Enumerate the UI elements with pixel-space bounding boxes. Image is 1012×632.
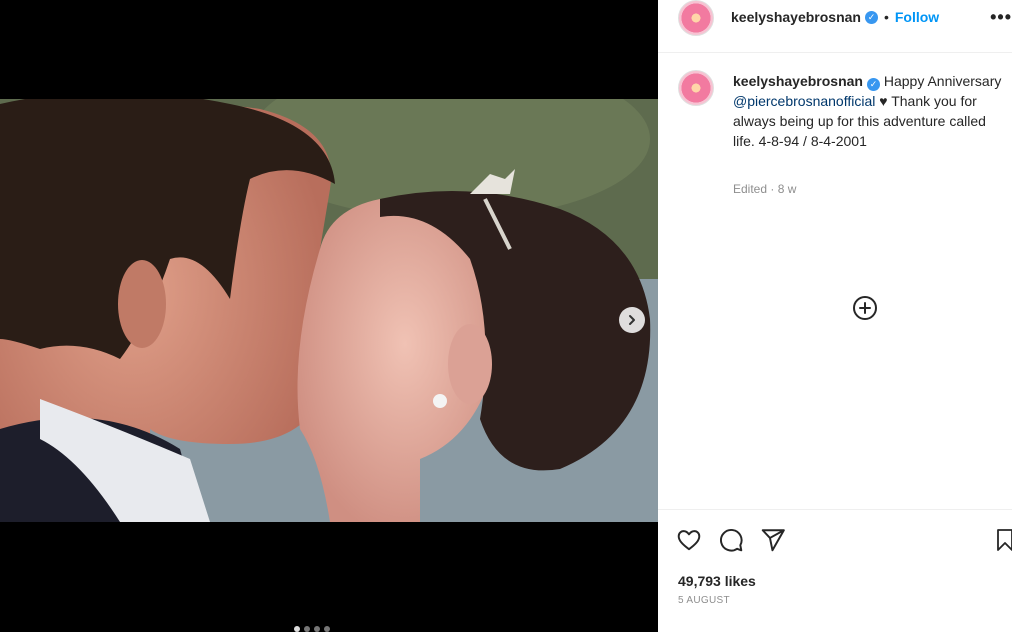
like-button[interactable] <box>676 527 702 553</box>
caption-username-link[interactable]: keelyshayebrosnan <box>733 73 863 89</box>
load-more-comments-button[interactable] <box>852 295 878 321</box>
likes-count[interactable]: 49,793 likes <box>678 573 756 589</box>
edited-label: Edited <box>733 182 768 196</box>
caption-prefix: Happy Anniversary <box>883 73 1002 89</box>
post-photo[interactable] <box>0 99 658 522</box>
caption-meta: Edited · 8 w <box>733 182 797 196</box>
username-link[interactable]: keelyshayebrosnan <box>731 9 861 25</box>
bookmark-icon <box>997 529 1012 551</box>
post-age[interactable]: 8 w <box>778 182 797 196</box>
post-sidebar: keelyshayebrosnan ✓ • Follow ••• keelysh… <box>658 0 1012 632</box>
carousel-dot <box>294 626 300 632</box>
caption-text: keelyshayebrosnan ✓ Happy Anniversary @pi… <box>733 71 1005 151</box>
verified-badge-icon: ✓ <box>866 77 880 91</box>
post-date[interactable]: 5 AUGUST <box>678 595 730 606</box>
wedding-kiss-illustration <box>0 99 658 522</box>
comment-icon <box>720 529 743 552</box>
more-options-button[interactable]: ••• <box>990 7 1012 28</box>
carousel-dot <box>314 626 320 632</box>
carousel-dot <box>324 626 330 632</box>
next-image-button[interactable] <box>619 307 645 333</box>
comment-button[interactable] <box>718 527 744 553</box>
mention-link[interactable]: @piercebrosnanofficial <box>733 93 875 109</box>
plus-circle-icon <box>853 296 877 320</box>
header-user-row: keelyshayebrosnan ✓ • Follow <box>731 9 939 25</box>
verified-badge-icon: ✓ <box>864 10 878 24</box>
share-button[interactable] <box>760 527 786 553</box>
post-header: keelyshayebrosnan ✓ • Follow ••• <box>658 0 1012 53</box>
heart-icon <box>677 530 701 551</box>
share-icon <box>761 529 785 552</box>
action-bar <box>676 527 786 553</box>
avatar[interactable] <box>678 0 714 36</box>
divider <box>658 509 1012 510</box>
carousel-indicator <box>294 626 330 632</box>
follow-button[interactable]: Follow <box>895 9 939 25</box>
avatar[interactable] <box>678 70 714 106</box>
chevron-right-icon <box>629 315 635 325</box>
carousel-dot <box>304 626 310 632</box>
separator-dot: • <box>883 9 889 25</box>
save-button[interactable] <box>993 527 1012 553</box>
post-media <box>0 0 658 632</box>
